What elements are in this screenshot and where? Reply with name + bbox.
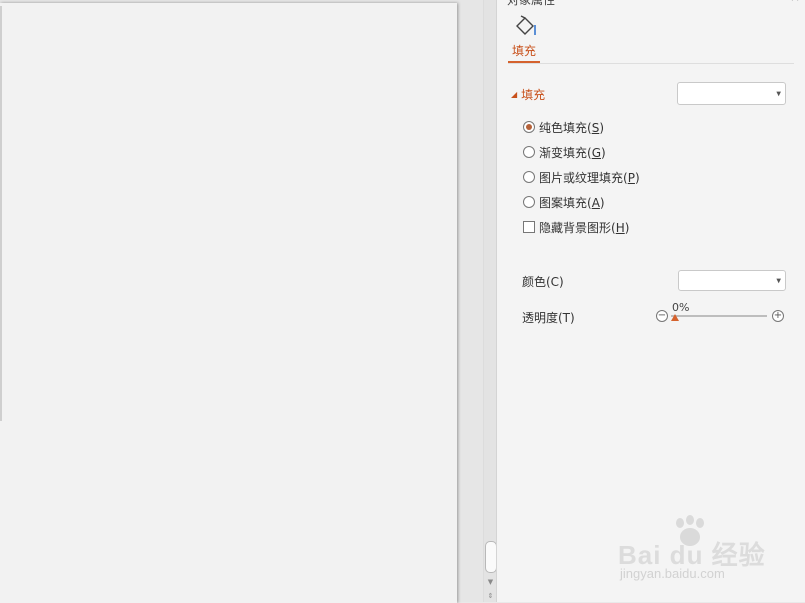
picture-fill-radio[interactable] (523, 171, 535, 183)
page-edge (0, 6, 2, 421)
hide-background-checkbox[interactable] (523, 221, 535, 233)
transparency-slider-track[interactable] (671, 315, 767, 317)
slide-page[interactable] (0, 3, 457, 603)
option-label: 纯色填充(S) (539, 120, 604, 135)
document-canvas (0, 0, 483, 603)
option-picture-texture-fill[interactable]: 图片或纹理填充(P) (523, 169, 640, 185)
option-label: 渐变填充(G) (539, 145, 606, 160)
color-dropdown[interactable]: ▼ (678, 270, 786, 291)
vertical-scrollbar[interactable]: ▼ ⇕ (483, 0, 497, 602)
collapse-triangle-icon[interactable]: ◢ (511, 90, 517, 99)
paint-bucket-icon[interactable] (513, 14, 539, 38)
color-label: 颜色(C) (522, 275, 564, 289)
minus-icon[interactable]: − (656, 310, 668, 322)
option-label: 图案填充(A) (539, 195, 605, 210)
fill-section-label: 填充 (521, 88, 546, 102)
close-icon[interactable]: × (790, 0, 800, 4)
object-properties-panel: 对象属性 × 填充 ◢ 填充 ▼ 纯色填充(S) 渐变填充(G) 图片或纹理填充… (496, 0, 805, 602)
option-label: 图片或纹理填充(P) (539, 170, 640, 185)
option-pattern-fill[interactable]: 图案填充(A) (523, 194, 605, 210)
tab-divider (508, 63, 794, 64)
option-label: 隐藏背景图形(H) (539, 220, 630, 235)
transparency-label: 透明度(T) (522, 311, 575, 325)
fill-type-dropdown[interactable]: ▼ (677, 82, 786, 105)
panel-title: 对象属性 (507, 0, 556, 7)
option-gradient-fill[interactable]: 渐变填充(G) (523, 144, 606, 160)
plus-icon[interactable]: + (772, 310, 784, 322)
gradient-fill-radio[interactable] (523, 146, 535, 158)
transparency-slider-thumb[interactable] (671, 314, 679, 321)
option-solid-fill[interactable]: 纯色填充(S) (523, 119, 604, 135)
chevron-down-icon: ▼ (776, 277, 781, 284)
transparency-value: 0% (672, 301, 690, 314)
pattern-fill-radio[interactable] (523, 196, 535, 208)
option-hide-background-graphics[interactable]: 隐藏背景图形(H) (523, 219, 629, 235)
solid-fill-radio[interactable] (523, 121, 535, 133)
tab-fill[interactable]: 填充 (512, 42, 536, 59)
fill-section-header[interactable]: ◢ 填充 (511, 86, 545, 103)
chevron-down-icon: ▼ (776, 90, 781, 97)
